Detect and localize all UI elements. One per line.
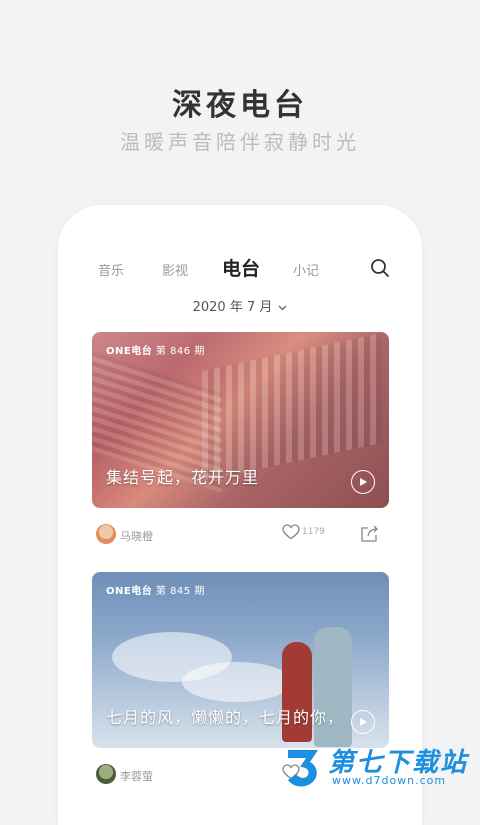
play-icon bbox=[360, 718, 367, 726]
watermark-url: www.d7down.com bbox=[332, 774, 447, 787]
play-icon bbox=[360, 478, 367, 486]
like-button[interactable]: 1179 bbox=[282, 524, 325, 540]
brand-label: ONE电台 bbox=[106, 346, 153, 357]
cover-image-detail bbox=[182, 662, 292, 702]
tab-radio[interactable]: 电台 bbox=[222, 254, 260, 281]
tab-note[interactable]: 小记 bbox=[293, 260, 319, 279]
play-button[interactable] bbox=[351, 470, 375, 494]
card-title: 七月的风，懒懒的，七月的你， bbox=[106, 708, 345, 727]
search-button[interactable] bbox=[354, 248, 406, 288]
author-name[interactable]: 李蓉萤 bbox=[120, 768, 153, 784]
brand-label: ONE电台 bbox=[106, 586, 153, 597]
avatar[interactable] bbox=[96, 764, 116, 784]
tab-film[interactable]: 影视 bbox=[162, 260, 188, 279]
card-title: 集结号起，花开万里 bbox=[106, 468, 260, 487]
cover-image bbox=[202, 332, 382, 482]
play-button[interactable] bbox=[351, 710, 375, 734]
month-label: 2020 年 7 月 bbox=[192, 300, 273, 315]
radio-card[interactable]: ONE电台 第 846 期 集结号起，花开万里 bbox=[92, 332, 389, 508]
cover-image-detail bbox=[314, 627, 352, 747]
post-meta: 马晓橙 1179 bbox=[96, 522, 386, 548]
avatar[interactable] bbox=[96, 524, 116, 544]
page-subtitle: 温暖声音陪伴寂静时光 bbox=[120, 130, 360, 154]
heart-icon bbox=[282, 524, 300, 540]
tab-music[interactable]: 音乐 bbox=[98, 260, 124, 279]
like-count: 1179 bbox=[302, 527, 325, 537]
share-icon[interactable] bbox=[360, 524, 380, 546]
search-icon bbox=[371, 259, 389, 277]
category-tabs: 音乐 影视 电台 小记 ' bbox=[84, 248, 406, 288]
watermark: 第七下载站 www.d7down.com bbox=[282, 742, 470, 792]
chevron-down-icon bbox=[278, 300, 287, 315]
month-selector[interactable]: 2020 年 7 月 bbox=[0, 296, 480, 315]
issue-number: 第 846 期 bbox=[155, 346, 205, 357]
author-name[interactable]: 马晓橙 bbox=[120, 528, 153, 544]
issue-label: ONE电台 第 846 期 bbox=[106, 342, 205, 357]
issue-number: 第 845 期 bbox=[155, 586, 205, 597]
issue-label: ONE电台 第 845 期 bbox=[106, 582, 205, 597]
page-title: 深夜电台 bbox=[172, 88, 308, 123]
radio-card[interactable]: ONE电台 第 845 期 七月的风，懒懒的，七月的你， bbox=[92, 572, 389, 748]
d7down-logo-icon bbox=[288, 750, 318, 787]
